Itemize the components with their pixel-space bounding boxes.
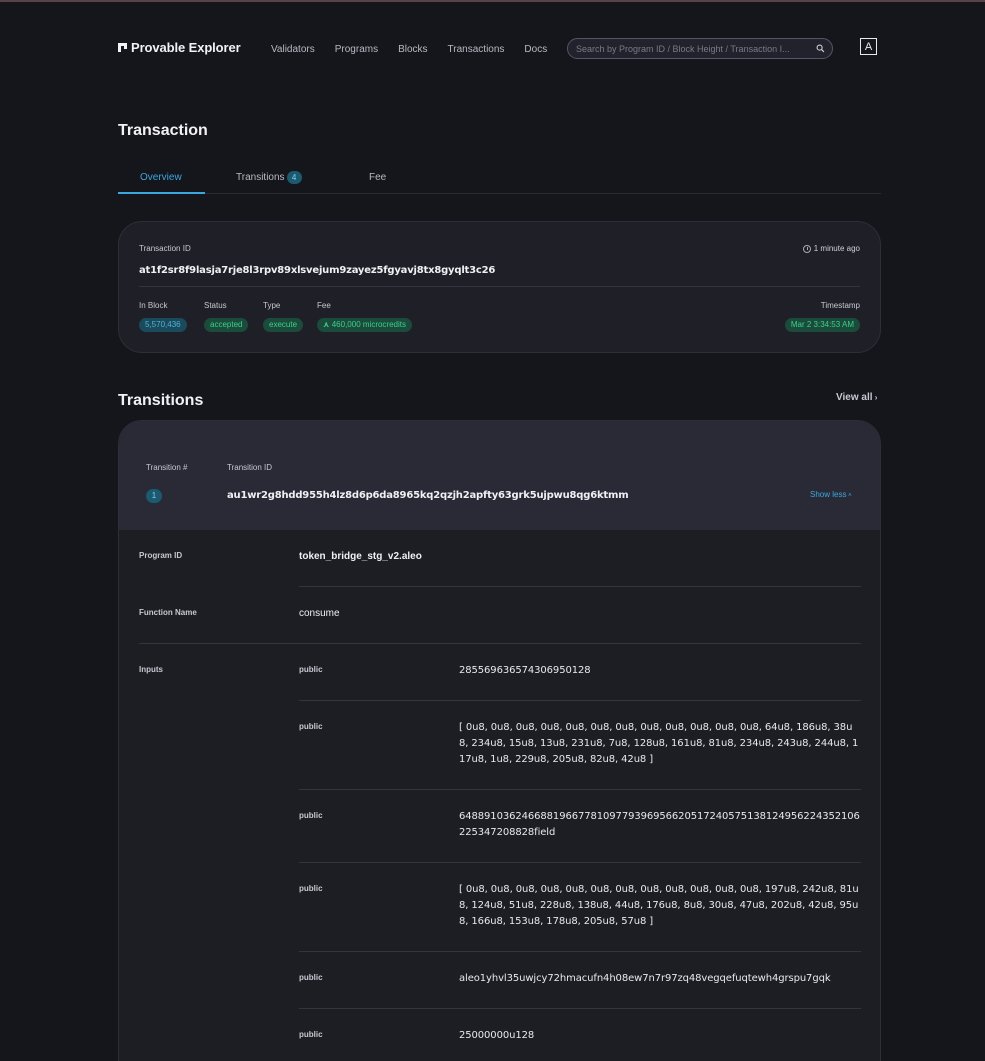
tab-transitions-label: Transitions	[236, 172, 285, 183]
transition-num-badge: 1	[146, 489, 162, 503]
main-nav: Validators Programs Blocks Transactions …	[271, 44, 567, 55]
nav-programs[interactable]: Programs	[335, 44, 378, 55]
header: Provable Explorer Validators Programs Bl…	[118, 34, 881, 60]
tab-overview[interactable]: Overview	[140, 172, 182, 183]
row-divider	[139, 643, 861, 644]
program-id-value[interactable]: token_bridge_stg_v2.aleo	[299, 551, 422, 562]
timestamp-label: Timestamp	[820, 301, 860, 310]
top-accent-line	[0, 0, 985, 2]
nav-transactions[interactable]: Transactions	[448, 44, 505, 55]
transitions-count-badge: 4	[286, 171, 302, 184]
chevron-right-icon: ›	[872, 393, 878, 402]
search-icon[interactable]	[816, 44, 825, 53]
clock-icon	[802, 244, 811, 253]
transition-id-label: Transition ID	[227, 463, 273, 472]
row-divider	[299, 862, 861, 863]
inputs-label: Inputs	[139, 665, 163, 674]
theme-toggle-button[interactable]: A	[860, 38, 877, 55]
input-value: [ 0u8, 0u8, 0u8, 0u8, 0u8, 0u8, 0u8, 0u8…	[459, 884, 859, 927]
active-tab-indicator	[118, 192, 205, 194]
tx-id-label: Transaction ID	[139, 244, 191, 253]
row-divider	[299, 789, 861, 790]
transition-header: Transition # Transition ID 1 au1wr2g8hdd…	[119, 421, 880, 530]
transitions-section-title: Transitions	[118, 392, 204, 409]
search-input[interactable]	[576, 42, 812, 55]
view-all-link[interactable]: View all ›	[836, 392, 877, 403]
type-badge: execute	[263, 318, 304, 332]
function-name-label: Function Name	[139, 608, 197, 617]
transaction-summary-card: Transaction ID at1f2sr8f9lasja7rje8l3rpv…	[118, 221, 881, 353]
logo[interactable]: Provable Explorer	[118, 40, 241, 55]
row-divider	[299, 586, 861, 587]
fee-value: 460,000 microcredits	[331, 320, 406, 329]
fee-badge: ⋏ 460,000 microcredits	[317, 318, 412, 332]
tx-id-value: at1f2sr8f9lasja7rje8l3rpv89xlsvejum9zaye…	[139, 265, 496, 276]
input-value: 6488910362466881966778109779396956620517…	[459, 811, 860, 838]
tab-fee[interactable]: Fee	[369, 172, 386, 183]
tab-transitions[interactable]: Transitions 4	[236, 171, 302, 184]
program-id-label: Program ID	[139, 551, 183, 560]
search-box	[567, 38, 833, 59]
time-ago-text: 1 minute ago	[813, 244, 860, 253]
logo-text: Provable Explorer	[131, 40, 241, 55]
chevron-up-icon: ˄	[846, 493, 852, 499]
input-visibility: public	[299, 884, 323, 893]
view-all-text: View all	[836, 392, 873, 403]
show-less-button[interactable]: Show less ˄	[810, 490, 852, 499]
input-visibility: public	[299, 811, 323, 820]
function-name-value: consume	[299, 608, 340, 619]
transition-num-label: Transition #	[146, 463, 188, 472]
input-visibility: public	[299, 973, 323, 982]
provable-logo-icon	[118, 43, 127, 52]
in-block-link[interactable]: 5,570,436	[139, 318, 187, 332]
aleo-icon: ⋏	[323, 320, 330, 329]
nav-docs[interactable]: Docs	[524, 44, 547, 55]
status-badge: accepted	[204, 318, 249, 332]
time-ago: 1 minute ago	[802, 244, 860, 253]
input-value: [ 0u8, 0u8, 0u8, 0u8, 0u8, 0u8, 0u8, 0u8…	[459, 722, 859, 765]
input-visibility: public	[299, 665, 323, 674]
type-label: Type	[263, 301, 281, 310]
nav-blocks[interactable]: Blocks	[398, 44, 427, 55]
fee-label: Fee	[317, 301, 331, 310]
transition-id-value[interactable]: au1wr2g8hdd955h4lz8d6p6da8965kq2qzjh2apf…	[227, 490, 629, 501]
tab-bar: Overview Transitions 4 Fee	[118, 162, 881, 194]
card-divider	[139, 286, 860, 287]
in-block-label: In Block	[139, 301, 168, 310]
input-value: 285569636574306950128	[459, 665, 591, 676]
show-less-text: Show less	[810, 490, 847, 499]
input-visibility: public	[299, 722, 323, 731]
input-visibility: public	[299, 1030, 323, 1039]
row-divider	[299, 1008, 861, 1009]
row-divider	[299, 951, 861, 952]
timestamp-badge: Mar 2 3:34:53 AM	[784, 318, 860, 332]
transition-card: Transition # Transition ID 1 au1wr2g8hdd…	[118, 420, 881, 1061]
input-value: 25000000u128	[459, 1030, 535, 1041]
row-divider	[299, 700, 861, 701]
page-title: Transaction	[118, 122, 208, 139]
nav-validators[interactable]: Validators	[271, 44, 315, 55]
status-label: Status	[204, 301, 227, 310]
input-value[interactable]: aleo1yhvl35uwjcy72hmacufn4h08ew7n7r97zq4…	[459, 971, 861, 987]
